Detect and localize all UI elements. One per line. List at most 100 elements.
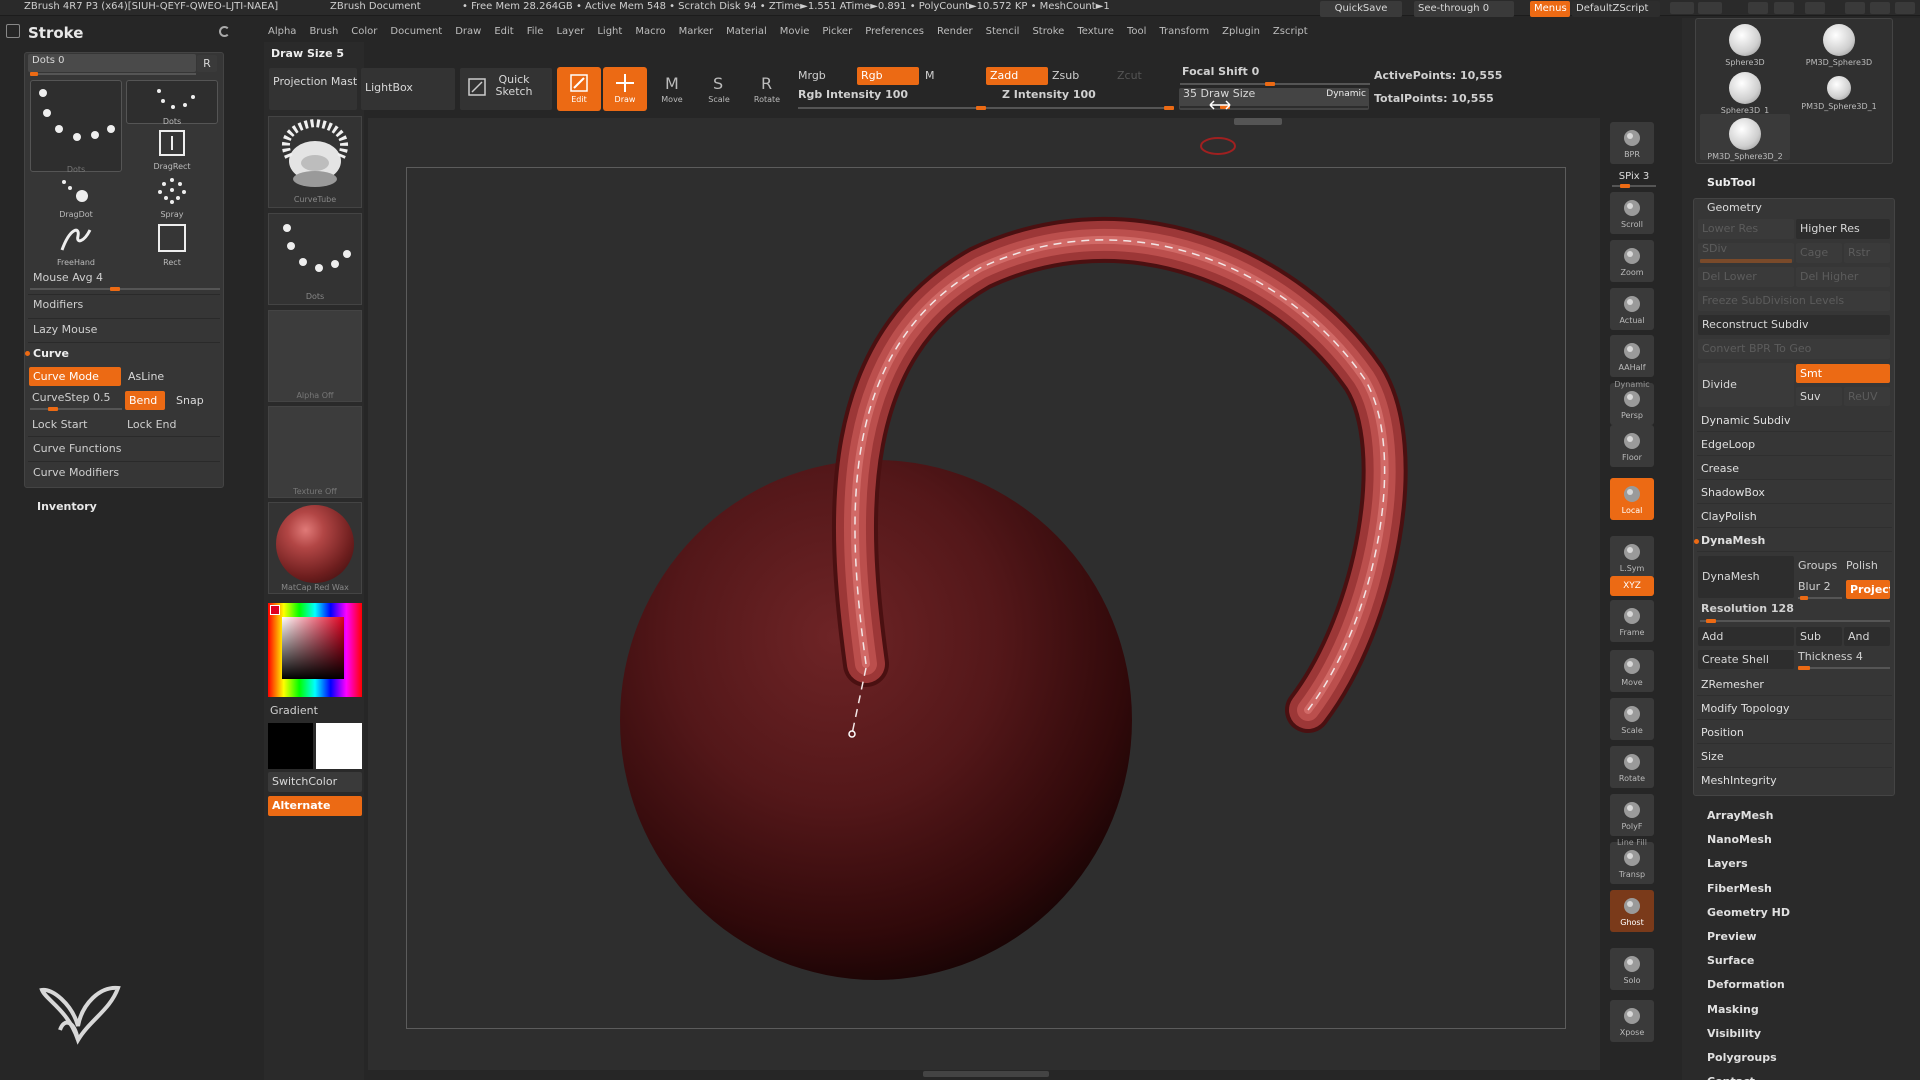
edit-mode-button[interactable]: Edit <box>557 67 601 111</box>
z-intensity-slider[interactable]: Z Intensity 100 <box>1002 88 1096 101</box>
section-surface[interactable]: Surface <box>1707 954 1754 967</box>
xpose-button[interactable]: Xpose <box>1610 1000 1654 1042</box>
lsym-button[interactable]: L.Sym <box>1610 536 1654 578</box>
curve-functions-section[interactable]: Curve Functions <box>33 442 121 455</box>
gradient-button[interactable]: Gradient <box>270 704 318 717</box>
subtool-section[interactable]: SubTool <box>1707 176 1756 189</box>
focal-shift-slider[interactable]: Focal Shift 0 <box>1182 65 1259 78</box>
lock-end-button[interactable]: Lock End <box>127 418 176 431</box>
move-mode-button[interactable]: M Move <box>650 67 694 111</box>
reconstruct-subdiv-button[interactable]: Reconstruct Subdiv <box>1698 315 1890 335</box>
xyz-button[interactable]: XYZ <box>1610 576 1654 596</box>
freeze-subdivision-button[interactable]: Freeze SubDivision Levels <box>1698 291 1890 311</box>
crease-section[interactable]: Crease <box>1697 458 1892 480</box>
mouse-avg-slider[interactable]: Mouse Avg 4 <box>33 271 103 284</box>
menu-light[interactable]: Light <box>597 26 622 40</box>
menu-preferences[interactable]: Preferences <box>865 26 924 40</box>
create-shell-button[interactable]: Create Shell <box>1698 650 1794 669</box>
menu-alpha[interactable]: Alpha <box>268 26 296 40</box>
dynamesh-section[interactable]: DynaMesh <box>1697 530 1892 552</box>
menu-edit[interactable]: Edit <box>494 26 513 40</box>
ghost-button[interactable]: Ghost <box>1610 890 1654 932</box>
alpha-thumbnail[interactable]: Alpha Off <box>268 310 362 402</box>
reset-r-button[interactable]: R <box>197 55 217 72</box>
dynamic-subdiv-section[interactable]: Dynamic Subdiv <box>1697 410 1892 432</box>
lazy-mouse-section[interactable]: Lazy Mouse <box>33 323 97 336</box>
blur-slider[interactable]: Blur 2 <box>1798 580 1831 593</box>
rotate-mode-button[interactable]: R Rotate <box>745 67 789 111</box>
local-button[interactable]: Local <box>1610 478 1654 520</box>
stroke-thumb-dragrect[interactable]: DragRect <box>126 128 218 172</box>
del-higher-button[interactable]: Del Higher <box>1796 267 1890 287</box>
m-button[interactable]: M <box>925 69 935 82</box>
modify-topology-section[interactable]: Modify Topology <box>1697 698 1892 720</box>
section-layers[interactable]: Layers <box>1707 857 1748 870</box>
menu-material[interactable]: Material <box>726 26 767 40</box>
meshintegrity-section[interactable]: MeshIntegrity <box>1697 770 1892 792</box>
subtool-thumb[interactable]: PM3D_Sphere3D_2 <box>1700 114 1790 161</box>
layout-icon[interactable] <box>1698 2 1722 14</box>
alternate-button[interactable]: Alternate <box>268 796 362 816</box>
menus-button[interactable]: Menus <box>1530 1 1570 17</box>
minimize-icon[interactable] <box>1845 2 1865 14</box>
stroke-thumbnail[interactable]: Dots <box>268 213 362 305</box>
higher-res-button[interactable]: Higher Res <box>1796 219 1890 239</box>
menu-picker[interactable]: Picker <box>822 26 852 40</box>
section-arraymesh[interactable]: ArrayMesh <box>1707 809 1773 822</box>
transp-button[interactable]: Transp <box>1610 842 1654 884</box>
scroll-button[interactable]: Scroll <box>1610 192 1654 234</box>
color-picker[interactable] <box>268 603 362 697</box>
curve-mode-button[interactable]: Curve Mode <box>29 367 121 386</box>
subtool-thumb[interactable]: PM3D_Sphere3D <box>1794 20 1884 67</box>
brush-thumbnail[interactable]: CurveTube <box>268 116 362 208</box>
rgb-intensity-slider[interactable]: Rgb Intensity 100 <box>798 88 908 101</box>
stroke-thumb-rect[interactable]: Rect <box>126 222 218 268</box>
frame-button[interactable]: Frame <box>1610 600 1654 642</box>
section-preview[interactable]: Preview <box>1707 930 1757 943</box>
claypolish-section[interactable]: ClayPolish <box>1697 506 1892 528</box>
cage-button[interactable]: Cage <box>1796 243 1842 263</box>
section-contact[interactable]: Contact <box>1707 1075 1755 1080</box>
curve-section[interactable]: Curve <box>33 347 69 360</box>
menu-marker[interactable]: Marker <box>679 26 714 40</box>
asline-button[interactable]: AsLine <box>124 367 216 386</box>
stroke-thumb-dots[interactable]: Dots <box>126 80 218 126</box>
actual-button[interactable]: Actual <box>1610 288 1654 330</box>
section-deformation[interactable]: Deformation <box>1707 978 1785 991</box>
refresh-icon[interactable] <box>219 26 230 37</box>
groups-toggle[interactable]: Groups <box>1798 559 1837 572</box>
lock-start-button[interactable]: Lock Start <box>32 418 87 431</box>
menu-zplugin[interactable]: Zplugin <box>1222 26 1260 40</box>
mrgb-button[interactable]: Mrgb <box>798 69 826 82</box>
inventory-section[interactable]: Inventory <box>37 500 97 513</box>
menu-draw[interactable]: Draw <box>455 26 481 40</box>
bpr-button[interactable]: BPR <box>1610 122 1654 164</box>
menu-color[interactable]: Color <box>351 26 377 40</box>
subtool-thumb[interactable]: Sphere3D <box>1700 20 1790 67</box>
menu-stroke[interactable]: Stroke <box>1032 26 1064 40</box>
position-section[interactable]: Position <box>1697 722 1892 744</box>
project-toggle[interactable]: Project <box>1846 580 1890 599</box>
polyf-button[interactable]: PolyF <box>1610 794 1654 836</box>
quick-sketch-button[interactable]: Quick Sketch <box>460 68 552 110</box>
window-icon[interactable] <box>1748 2 1768 14</box>
dots-slider[interactable]: Dots 0 <box>28 54 196 72</box>
zadd-button[interactable]: Zadd <box>986 67 1048 85</box>
snap-button[interactable]: Snap <box>172 391 216 410</box>
section-geometry-hd[interactable]: Geometry HD <box>1707 906 1790 919</box>
scale-button[interactable]: Scale <box>1610 698 1654 740</box>
menu-tool[interactable]: Tool <box>1127 26 1146 40</box>
zoom-button[interactable]: Zoom <box>1610 240 1654 282</box>
switch-color-button[interactable]: SwitchColor <box>268 772 362 792</box>
bend-button[interactable]: Bend <box>125 391 165 410</box>
aahalf-button[interactable]: AAHalf <box>1610 335 1654 377</box>
primary-color-swatch[interactable] <box>268 723 313 769</box>
material-thumbnail[interactable]: MatCap Red Wax <box>268 502 362 594</box>
suv-toggle[interactable]: Suv <box>1796 387 1842 406</box>
floor-button[interactable]: Floor <box>1610 425 1654 467</box>
color-picker-square[interactable] <box>282 617 344 679</box>
stroke-thumb-dragdot[interactable]: DragDot <box>30 176 122 220</box>
texture-thumbnail[interactable]: Texture Off <box>268 406 362 498</box>
stroke-thumb-freehand[interactable]: FreeHand <box>30 222 122 268</box>
divide-button[interactable]: Divide <box>1698 363 1794 407</box>
